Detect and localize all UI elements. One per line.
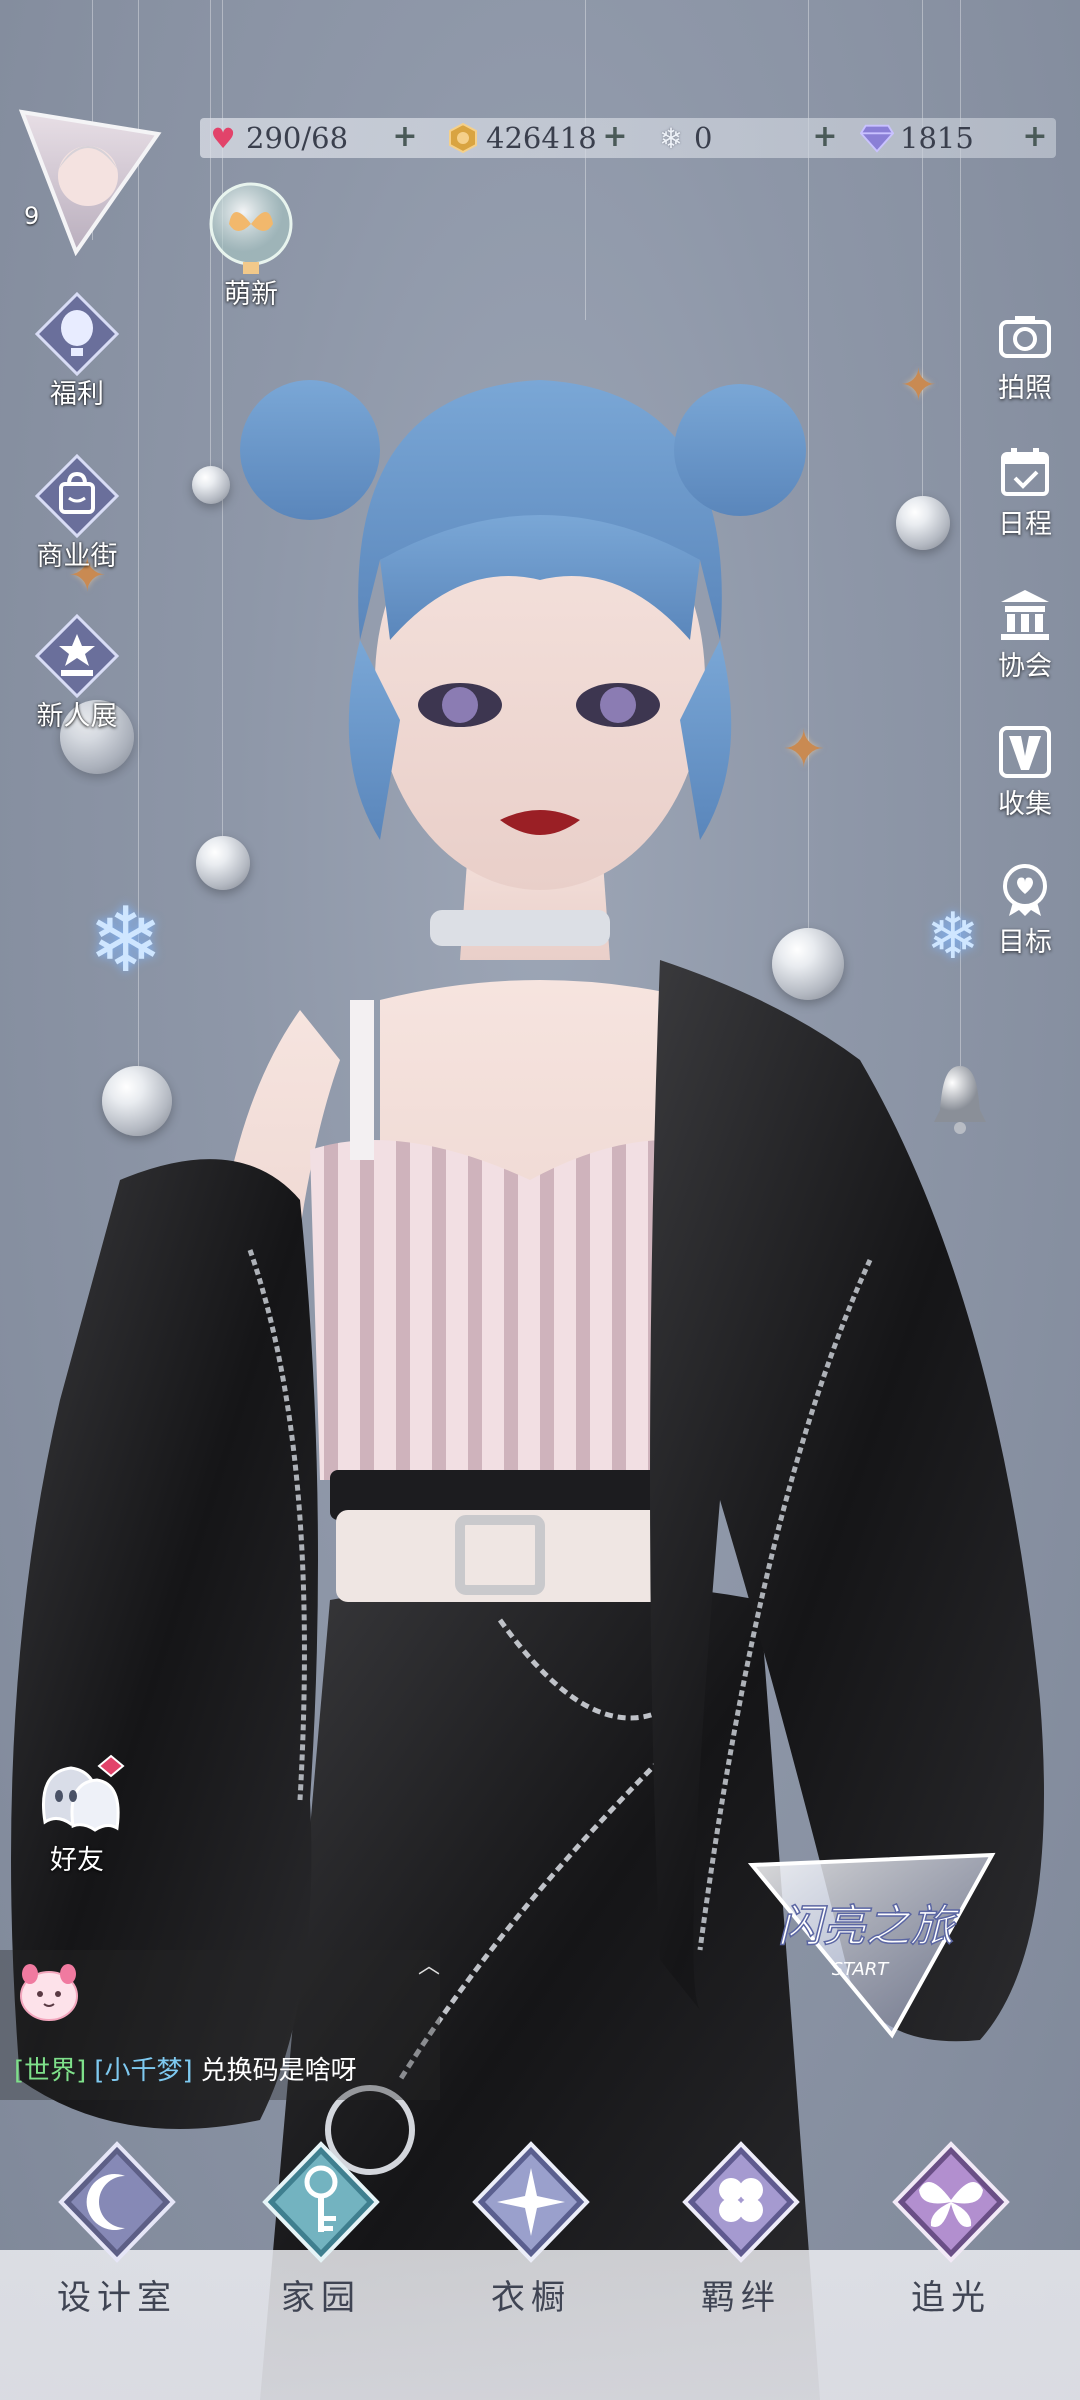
diamond-icon — [860, 121, 894, 155]
add-gold-button[interactable]: + — [600, 122, 630, 152]
chat-text: 兑换码是啥呀 — [200, 2056, 357, 2086]
shopping-street-label: 商业街 — [36, 541, 118, 572]
gold-coin-icon — [446, 121, 480, 155]
shopping-bag-icon — [35, 454, 119, 538]
chat-message: [世界] [小千梦] 兑换码是啥呀 — [14, 2050, 357, 2087]
shine-journey-event-button[interactable]: 闪亮之旅 START — [742, 1845, 1002, 2045]
resource-stamina: ♥ 290/68 — [206, 118, 348, 158]
resource-diamond-value: 1815 — [900, 121, 974, 155]
resource-gold-value: 426418 — [486, 121, 597, 155]
event-logo-sub: START — [832, 1959, 891, 1980]
guild-button[interactable]: 协会 — [990, 586, 1060, 683]
nav-bond[interactable]: 羁绊 — [666, 2140, 816, 2319]
guild-label: 协会 — [998, 651, 1052, 682]
friends-ghost-icon — [42, 1754, 125, 1832]
player-avatar[interactable] — [16, 106, 164, 256]
sparkle-gem-icon — [472, 2141, 590, 2263]
nav-home-label: 家园 — [281, 2278, 361, 2318]
newbie-event-button[interactable]: 萌新 — [196, 180, 306, 311]
nav-home[interactable]: 家园 — [246, 2140, 396, 2319]
goal-button[interactable]: 目标 — [990, 862, 1060, 959]
nav-design-room[interactable]: 设计室 — [42, 2140, 192, 2319]
target-medal-icon — [1003, 864, 1047, 916]
snow-crystal-icon: ❄ — [659, 121, 683, 155]
chat-mascot-icon — [20, 1964, 78, 2021]
player-level: 9 — [24, 202, 40, 230]
nav-bond-label: 羁绊 — [701, 2278, 781, 2318]
goal-label: 目标 — [998, 927, 1052, 958]
newbie-event-label: 萌新 — [224, 279, 278, 310]
key-gem-icon — [262, 2141, 380, 2263]
butterfly-gem-icon — [892, 2141, 1010, 2263]
nav-wardrobe[interactable]: 衣橱 — [456, 2140, 606, 2319]
welfare-button[interactable]: 福利 — [22, 292, 132, 411]
chat-expand-icon[interactable]: ︿ — [418, 1948, 440, 1980]
welfare-label: 福利 — [50, 379, 104, 410]
nav-chase-light[interactable]: 追光 — [876, 2140, 1026, 2319]
schedule-button[interactable]: 日程 — [990, 444, 1060, 541]
hot-air-balloon-icon — [35, 292, 119, 376]
nav-wardrobe-label: 衣橱 — [491, 2278, 571, 2318]
camera-icon — [999, 316, 1051, 358]
heart-gem-icon: ♥ — [210, 121, 236, 155]
nav-chase-light-label: 追光 — [911, 2278, 991, 2318]
nav-design-room-label: 设计室 — [57, 2278, 177, 2318]
add-diamond-button[interactable]: + — [1020, 122, 1050, 152]
butterfly-bubble-icon — [209, 182, 293, 274]
newcomer-exhibit-label: 新人展 — [36, 701, 118, 732]
resource-stamina-value: 290/68 — [246, 121, 349, 155]
add-crystal-button[interactable]: + — [810, 122, 840, 152]
shopping-street-button[interactable]: 商业街 — [22, 454, 132, 573]
newcomer-exhibit-button[interactable]: 新人展 — [22, 614, 132, 733]
chat-channel[interactable]: [世界] — [14, 2056, 86, 2086]
friends-label: 好友 — [50, 1845, 104, 1876]
photo-button[interactable]: 拍照 — [990, 308, 1060, 405]
clover-gem-icon — [682, 2141, 800, 2263]
collection-label: 收集 — [998, 789, 1052, 820]
photo-label: 拍照 — [998, 373, 1052, 404]
calendar-check-icon — [1001, 448, 1049, 496]
collection-v-icon — [999, 726, 1051, 778]
resource-crystal-value: 0 — [694, 121, 713, 155]
chat-username[interactable]: [小千梦] — [94, 2056, 192, 2086]
add-stamina-button[interactable]: + — [390, 122, 420, 152]
resource-crystal: ❄ 0 — [654, 118, 712, 158]
crown-star-icon — [35, 614, 119, 698]
guild-building-icon — [1001, 590, 1049, 640]
schedule-label: 日程 — [998, 509, 1052, 540]
moon-gem-icon — [58, 2141, 176, 2263]
resource-diamond: 1815 — [860, 118, 974, 158]
friends-button[interactable]: 好友 — [22, 1752, 132, 1877]
collection-button[interactable]: 收集 — [990, 724, 1060, 821]
resource-gold: 426418 — [446, 118, 597, 158]
event-logo-title: 闪亮之旅 — [778, 1901, 960, 1952]
